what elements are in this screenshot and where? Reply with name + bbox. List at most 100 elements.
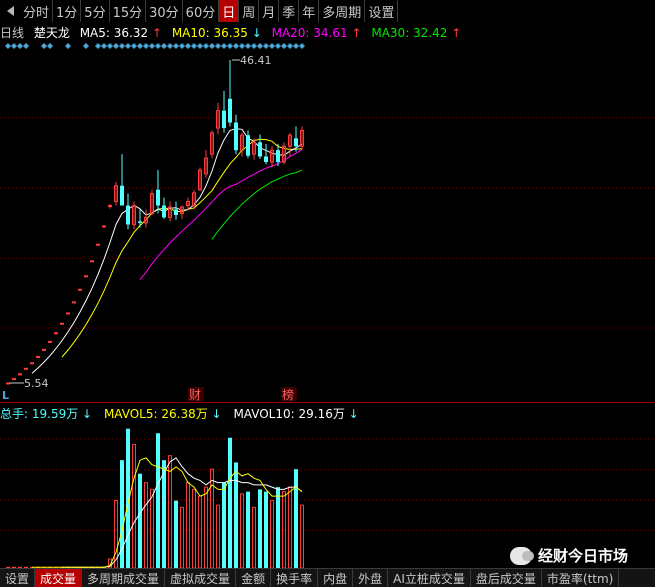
candle-body <box>222 110 226 129</box>
volume-bar <box>234 462 238 568</box>
indicator-tab[interactable]: 外盘 <box>353 569 389 587</box>
signal-diamond <box>137 43 143 49</box>
candle-body <box>66 312 70 315</box>
signal-diamond <box>221 43 227 49</box>
candle-body <box>48 340 52 343</box>
volume-bar <box>252 506 256 568</box>
indicator-tab[interactable]: AI立桩成交量 <box>388 569 471 587</box>
mavol10-text: MAVOL10: 29.16万 <box>233 407 345 421</box>
signal-diamond <box>173 43 179 49</box>
mavol10-down-arrow-icon: ↓ <box>348 407 359 421</box>
mavol5-text: MAVOL5: 26.38万 <box>103 407 208 421</box>
volume-bar <box>300 504 304 568</box>
indicator-tab[interactable]: 成交量 <box>35 569 83 587</box>
mavol5-down-arrow-icon: ↓ <box>211 407 222 421</box>
signal-diamond <box>215 43 221 49</box>
signal-diamond <box>41 43 47 49</box>
signal-diamond <box>287 43 293 49</box>
total-down-arrow-icon: ↓ <box>82 407 93 421</box>
signal-diamond <box>155 43 161 49</box>
signal-diamond <box>47 43 53 49</box>
candle-body <box>60 322 64 325</box>
candle-body <box>174 209 178 215</box>
candle-body <box>102 225 106 228</box>
signal-diamond <box>113 43 119 49</box>
mavol10-value: MAVOL10: 29.16万 ↓ <box>233 407 358 421</box>
volume-bar <box>216 504 220 568</box>
volume-legend: 总手: 19.59万 ↓ MAVOL5: 26.38万 ↓ MAVOL10: 2… <box>0 405 655 421</box>
candle-body <box>24 367 28 370</box>
signal-diamond <box>119 43 125 49</box>
indicator-tab[interactable]: 市盈率(ttm) <box>542 569 620 587</box>
volume-bar <box>150 488 154 568</box>
volume-bar <box>174 500 178 568</box>
signal-diamond <box>191 43 197 49</box>
signal-diamond <box>101 43 107 49</box>
volume-bar <box>192 488 196 568</box>
total-volume: 总手: 19.59万 ↓ <box>0 407 92 421</box>
signal-diamond <box>143 43 149 49</box>
indicator-tab[interactable]: 金额 <box>236 569 272 587</box>
candle-body <box>162 205 166 218</box>
signal-diamond <box>167 43 173 49</box>
volume-bar <box>144 482 148 568</box>
signal-diamond <box>185 43 191 49</box>
event-marker-bang: 榜 <box>282 387 294 402</box>
volume-bar <box>198 495 202 568</box>
signal-diamond <box>233 43 239 49</box>
indicator-tab[interactable]: 设置 <box>0 569 36 587</box>
signal-diamond <box>179 43 185 49</box>
high-price-label: 46.41 <box>240 54 272 67</box>
low-price-label: 5.54 <box>24 377 49 390</box>
candle-body <box>294 138 298 147</box>
candle-body <box>264 156 268 163</box>
signal-diamond <box>5 43 11 49</box>
volume-bar <box>138 473 142 568</box>
wechat-logo-icon <box>510 546 534 565</box>
candle-body <box>96 243 100 246</box>
signal-diamond <box>263 43 269 49</box>
volume-bar <box>228 437 232 568</box>
candle-body <box>30 362 34 365</box>
volume-bar <box>222 482 226 568</box>
volume-bar <box>132 443 136 568</box>
signal-diamond <box>227 43 233 49</box>
signal-diamond <box>245 43 251 49</box>
signal-diamond <box>83 43 89 49</box>
volume-bar <box>210 468 214 568</box>
signal-diamond <box>11 43 17 49</box>
indicator-tab[interactable]: 换手率 <box>271 569 319 587</box>
candle-body <box>228 98 232 123</box>
volume-bar <box>156 433 160 568</box>
signal-diamond <box>125 43 131 49</box>
volume-bar <box>270 500 274 568</box>
candle-body <box>120 185 124 206</box>
volume-bar <box>288 486 292 568</box>
candle-body <box>156 189 160 206</box>
candle-body <box>276 150 280 163</box>
signal-diamond <box>95 43 101 49</box>
ma30-line <box>211 169 303 240</box>
indicator-tab[interactable]: 内盘 <box>318 569 354 587</box>
volume-bar <box>276 487 280 568</box>
indicator-tab[interactable]: 多周期成交量 <box>82 569 166 587</box>
signal-diamond <box>107 43 113 49</box>
volume-bar <box>180 506 184 568</box>
indicator-tab[interactable]: 虚拟成交量 <box>165 569 237 587</box>
mavol5-value: MAVOL5: 26.38万 ↓ <box>104 407 222 421</box>
event-marker-cai: 财 <box>189 388 201 402</box>
candle-body <box>18 373 22 376</box>
kline-chart[interactable]: 46.41 5.54 L 财 榜 <box>0 0 655 568</box>
volume-bar <box>264 491 268 568</box>
candle-body <box>246 135 250 156</box>
indicator-tab[interactable]: 盘后成交量 <box>471 569 542 587</box>
signal-diamond <box>203 43 209 49</box>
ma5-line <box>31 128 303 374</box>
candle-body <box>234 122 238 151</box>
volume-bar <box>162 460 166 568</box>
candle-body <box>78 288 82 291</box>
candle-body <box>108 204 112 207</box>
volume-bar <box>258 489 262 568</box>
signal-diamond <box>65 43 71 49</box>
signal-diamond <box>131 43 137 49</box>
